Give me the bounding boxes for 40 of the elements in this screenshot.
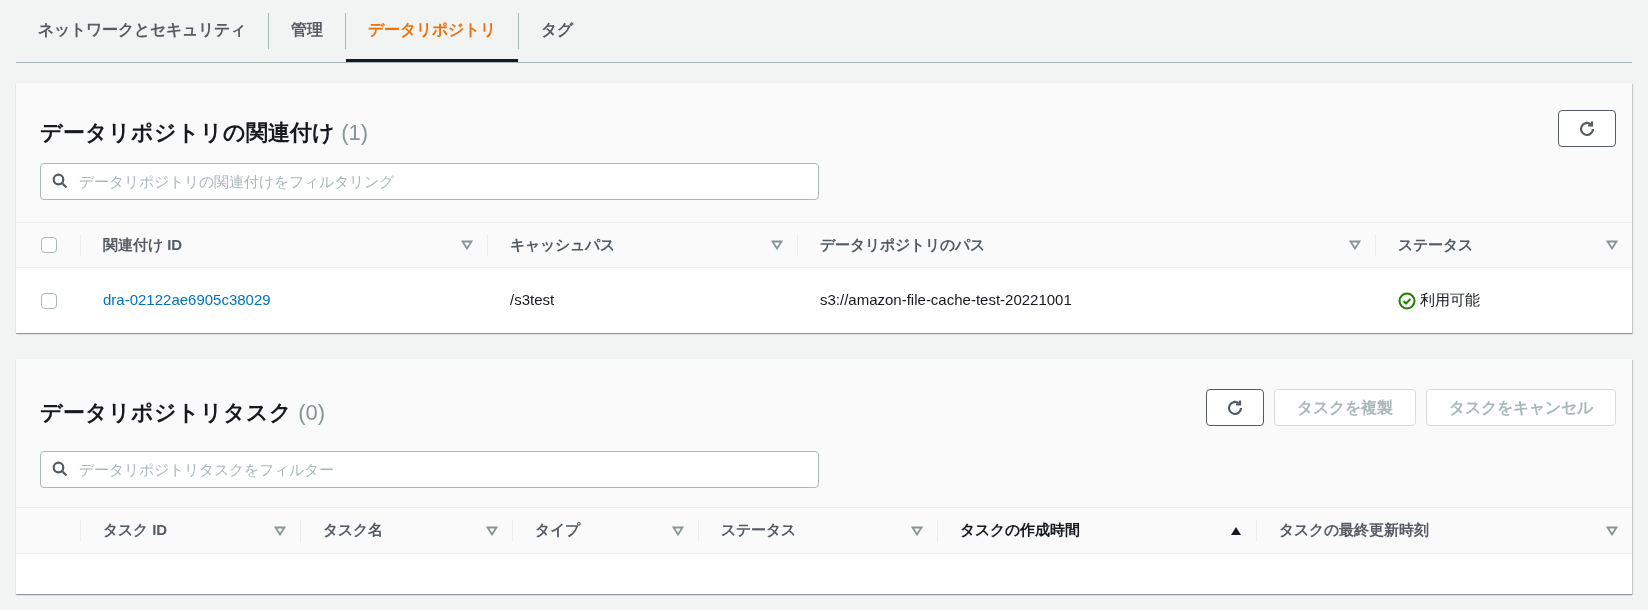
tab[interactable]: 管理 xyxy=(269,0,345,62)
sort-icon[interactable] xyxy=(1349,240,1361,250)
column-header[interactable]: キャッシュパス xyxy=(510,233,615,257)
column-header[interactable]: データリポジトリのパス xyxy=(820,233,985,257)
column-header[interactable]: 関連付け ID xyxy=(103,233,183,257)
column-header[interactable]: タスクの最終更新時刻 xyxy=(1279,519,1429,542)
search-icon xyxy=(52,461,68,477)
filter-field[interactable]: データリポジトリタスクをフィルター xyxy=(40,451,819,488)
column-header[interactable]: ステータス xyxy=(721,519,796,542)
panel-title: データリポジトリの関連付け xyxy=(40,120,335,145)
tab[interactable]: タグ xyxy=(519,0,595,62)
association-id-link[interactable]: dra-02122ae6905c38029 xyxy=(103,291,271,309)
status-text: 利用可能 xyxy=(1420,290,1480,311)
sort-icon[interactable] xyxy=(1606,525,1618,536)
checkbox[interactable] xyxy=(41,237,57,253)
sort-icon[interactable] xyxy=(486,525,498,536)
refresh-button[interactable] xyxy=(1558,110,1616,147)
sort-icon[interactable] xyxy=(911,525,923,536)
column-header[interactable]: タイプ xyxy=(535,519,580,542)
sort-icon[interactable] xyxy=(461,240,473,250)
item-count: (0) xyxy=(298,400,325,425)
sort-icon[interactable] xyxy=(771,240,783,250)
table-cell: s3://amazon-file-cache-test-20221001 xyxy=(820,291,1072,309)
table-cell: /s3test xyxy=(510,291,555,309)
column-header[interactable]: タスク ID xyxy=(103,519,168,542)
column-header[interactable]: タスク名 xyxy=(323,519,383,542)
item-count: (1) xyxy=(341,120,368,145)
refresh-button[interactable] xyxy=(1206,389,1264,426)
panel-title: データリポジトリタスク xyxy=(40,400,292,425)
tab[interactable]: ネットワークとセキュリティ xyxy=(16,0,268,62)
check-circle-icon xyxy=(1398,291,1416,310)
search-icon xyxy=(52,173,68,189)
checkbox[interactable] xyxy=(41,292,57,309)
column-header[interactable]: タスクの作成時間 xyxy=(960,519,1080,542)
sort-icon[interactable] xyxy=(1606,240,1618,250)
column-header[interactable]: ステータス xyxy=(1398,233,1473,257)
sort-icon[interactable] xyxy=(672,525,684,536)
sort-icon[interactable] xyxy=(274,525,286,536)
filter-field[interactable]: データリポジトリの関連付けをフィルタリング xyxy=(40,163,819,200)
sort-ascending-icon[interactable] xyxy=(1230,525,1242,536)
